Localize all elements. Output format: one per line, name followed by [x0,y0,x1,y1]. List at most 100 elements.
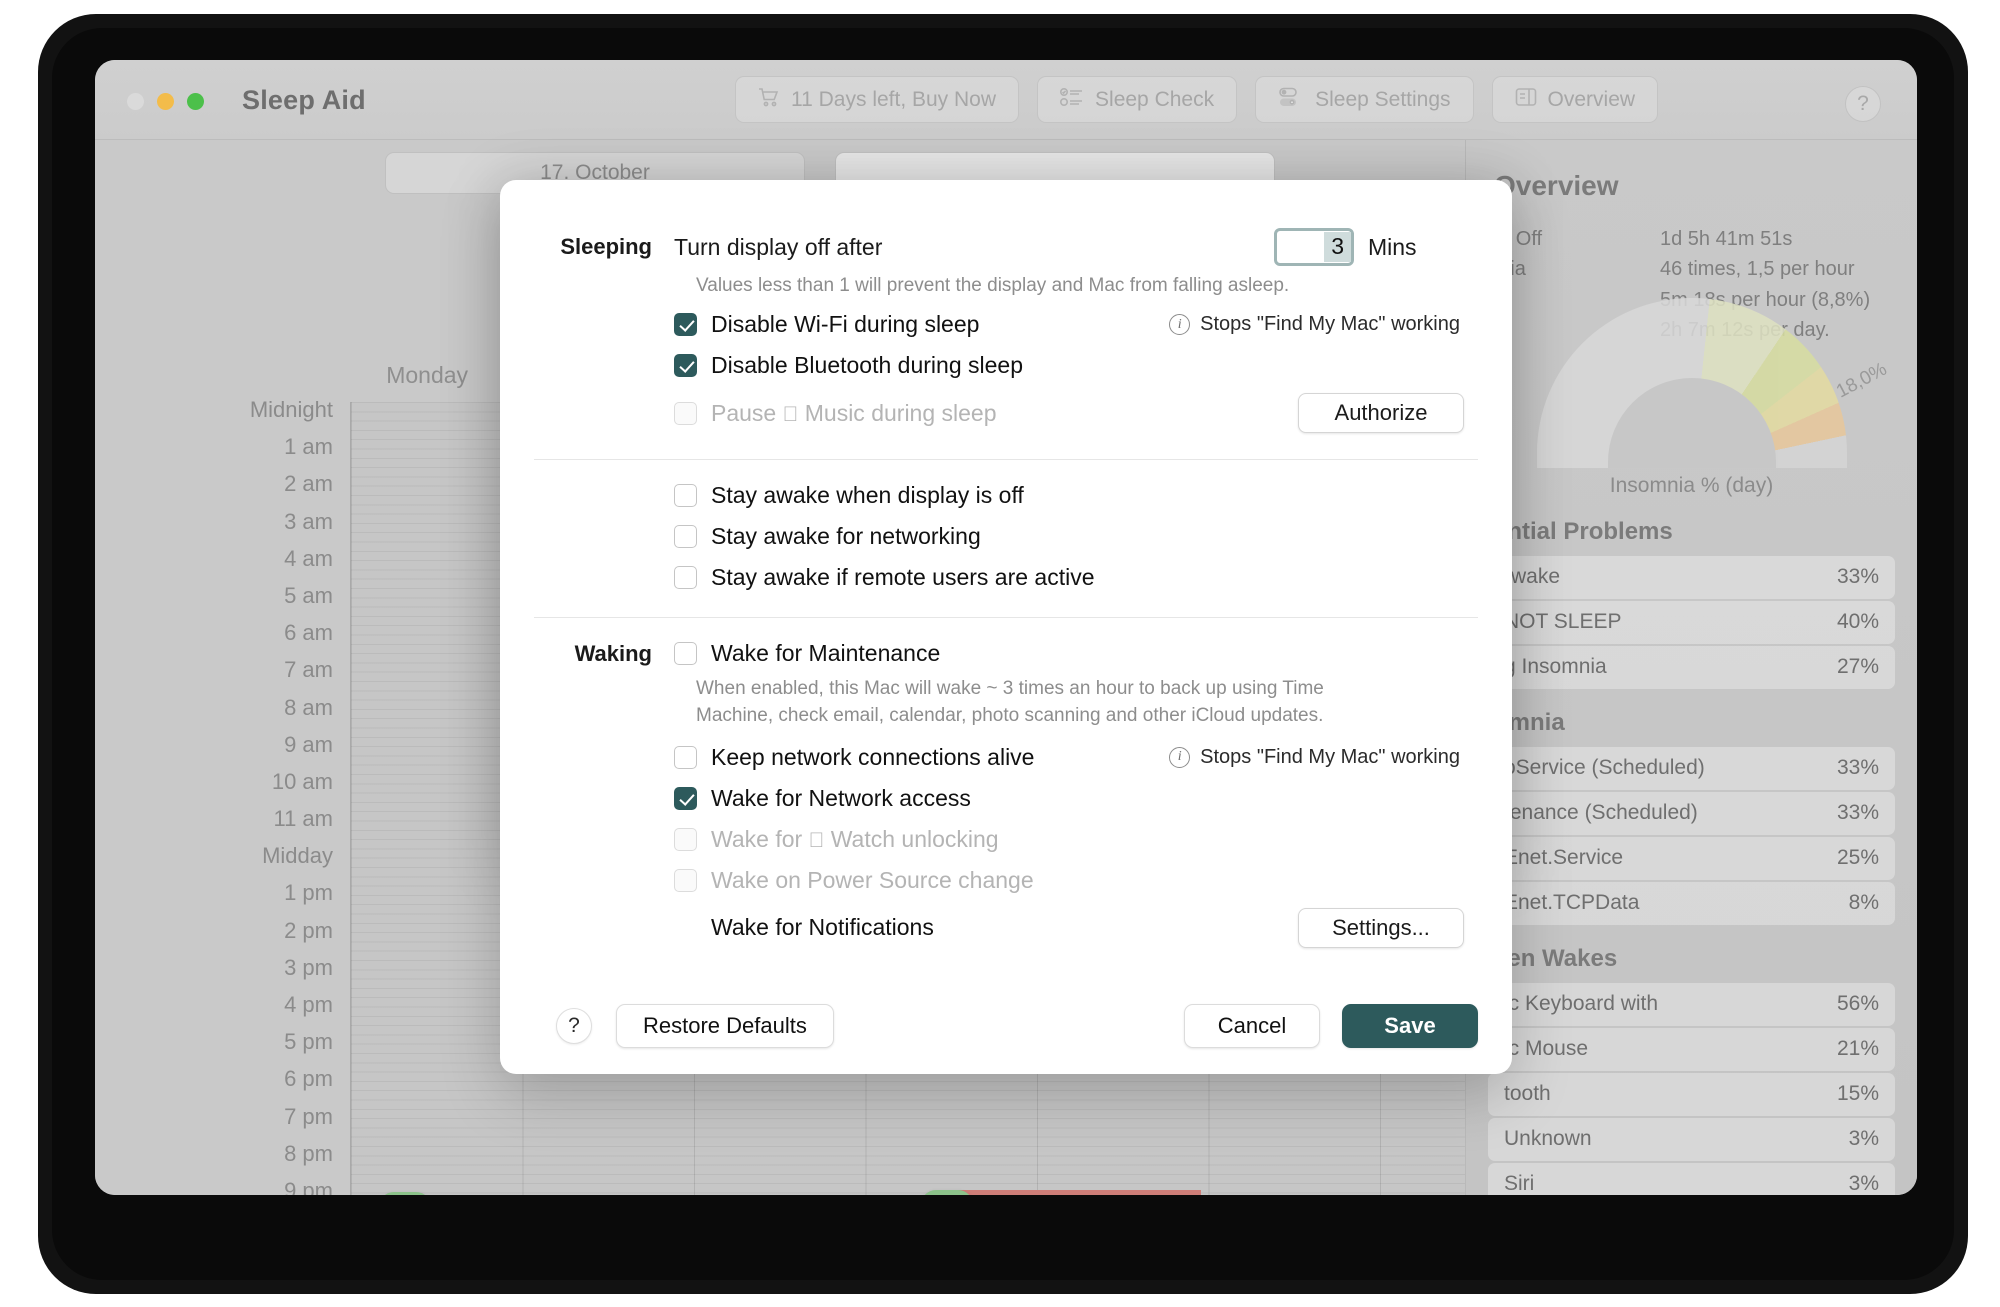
note-text: Stops "Find My Mac" working [1200,313,1460,336]
list-item[interactable]: ic Keyboard with 56% [1488,983,1895,1026]
checkbox-label-stay-awake-remote-users: Stay awake if remote users are active [711,564,1095,591]
hour-label: 8 am [195,693,345,730]
list-item-value: 3% [1849,1127,1879,1151]
checkbox-row-wake-watch: Wake for  Watch unlocking [534,826,1478,853]
checkbox-stay-awake-display-off[interactable] [674,484,697,507]
display-off-row: Sleeping Turn display off after 3 Mins [534,228,1478,266]
checkbox-row-pause-music: Pause  Music during sleep Authorize [534,393,1478,433]
dialog-body: Sleeping Turn display off after 3 Mins V… [500,228,1512,948]
toolbar-button-sleep-check[interactable]: Sleep Check [1037,76,1237,123]
list-item-value: 15% [1837,1082,1879,1106]
hour-label: 2 am [195,469,345,506]
list-item-label: Siri [1504,1172,1534,1195]
checkbox-stay-awake-remote-users[interactable] [674,566,697,589]
list-item-value: 56% [1837,992,1879,1016]
hour-label: 7 pm [195,1102,345,1139]
dialog-help-button[interactable]: ? [556,1008,592,1044]
list-item-value: 33% [1837,801,1879,825]
hour-label: 6 pm [195,1064,345,1101]
dialog-footer: ? Restore Defaults Cancel Save [500,978,1512,1074]
toolbar-label-overview: Overview [1548,88,1636,112]
minimize-button[interactable] [157,93,174,110]
overview-sidebar: Overview en Off nnia 1d 5h 41m 51s 46 ti… [1465,140,1917,1195]
note-disable-wifi: i Stops "Find My Mac" working [1169,313,1478,336]
authorize-button[interactable]: Authorize [1298,393,1464,433]
sidebar-section-heading: omnia [1494,709,1895,737]
checkbox-label-wake-for-network-access: Wake for Network access [711,785,971,812]
screenshot-root: Sleep Aid 11 Days left, Buy Now [0,0,2000,1307]
checkbox-keep-network-connections-alive[interactable] [674,746,697,769]
hour-axis: Midnight 1 am 2 am 3 am 4 am 5 am 6 am 7… [195,395,345,1195]
checkbox-row-wake-power-source: Wake on Power Source change [534,867,1478,894]
checkbox-label-stay-awake-display-off: Stay awake when display is off [711,482,1024,509]
wake-marker-icon[interactable] [379,1192,431,1195]
divider [534,617,1478,618]
checkbox-label-wake-for-maintenance: Wake for Maintenance [711,640,940,667]
hour-label: 2 pm [195,916,345,953]
list-item[interactable]: oService (Scheduled) 33% [1488,747,1895,790]
close-button[interactable] [127,93,144,110]
list-item-value: 21% [1837,1037,1879,1061]
apple-logo-icon:  [783,403,799,426]
insomnia-gauge: 18,0% [1488,360,1895,480]
list-item[interactable]: tooth 15% [1488,1073,1895,1116]
toolbar-label-buy-now: 11 Days left, Buy Now [791,88,996,112]
checkbox-disable-bluetooth[interactable] [674,354,697,377]
checkbox-label-wake-for-watch-unlocking: Wake for  Watch unlocking [711,826,999,853]
toggles-icon [1278,87,1304,113]
hour-label: 1 am [195,432,345,469]
info-icon: i [1169,747,1190,768]
list-item[interactable]: ic Mouse 21% [1488,1028,1895,1071]
list-item[interactable]: -wake 33% [1488,556,1895,599]
display-off-value: 3 [1324,232,1351,262]
checkbox-label-wake-on-power-source-change: Wake on Power Source change [711,867,1034,894]
cart-icon [758,87,780,113]
checkbox-stay-awake-networking[interactable] [674,525,697,548]
list-item-label: Unknown [1504,1127,1592,1151]
list-item-value: 27% [1837,655,1879,679]
hour-label: 9 am [195,730,345,767]
checklist-icon [1060,87,1084,113]
titlebar-help-button[interactable]: ? [1845,86,1881,122]
toolbar-button-buy-now[interactable]: 11 Days left, Buy Now [735,76,1019,123]
list-item[interactable]: NOT SLEEP 40% [1488,601,1895,644]
notifications-settings-button[interactable]: Settings... [1298,908,1464,948]
checkbox-wake-on-power-source-change [674,869,697,892]
checkbox-row-stay-awake-display: Stay awake when display is off [534,482,1478,509]
checkbox-row-stay-awake-networking: Stay awake for networking [534,523,1478,550]
list-item[interactable]: Siri 3% [1488,1163,1895,1195]
sidebar-stat-value: 1d 5h 41m 51s [1660,224,1870,254]
toolbar: 11 Days left, Buy Now Sleep Check [735,76,1658,123]
list-item[interactable]: g Insomnia 27% [1488,646,1895,689]
checkbox-row-wake-maintenance: Waking Wake for Maintenance [534,640,1478,667]
restore-defaults-button[interactable]: Restore Defaults [616,1004,834,1048]
save-button[interactable]: Save [1342,1004,1478,1048]
display-off-input[interactable]: 3 [1274,228,1354,266]
checkbox-wake-for-network-access[interactable] [674,787,697,810]
note-keep-network: i Stops "Find My Mac" working [1169,746,1478,769]
cancel-button[interactable]: Cancel [1184,1004,1320,1048]
hour-label: 9 pm [195,1176,345,1195]
checkbox-wake-for-maintenance[interactable] [674,642,697,665]
list-item-label: ic Mouse [1504,1037,1588,1061]
toolbar-button-sleep-settings[interactable]: Sleep Settings [1255,76,1473,123]
toolbar-button-overview[interactable]: Overview [1492,76,1659,123]
list-item-label: Enet.Service [1504,846,1623,870]
hour-label: 3 am [195,507,345,544]
info-icon: i [1169,314,1190,335]
checkbox-row-wake-network-access: Wake for Network access [534,785,1478,812]
list-item[interactable]: Unknown 3% [1488,1118,1895,1161]
zoom-button[interactable] [187,93,204,110]
wake-for-notifications-label: Wake for Notifications [711,914,934,941]
checkbox-disable-wifi[interactable] [674,313,697,336]
checkbox-wake-for-watch-unlocking [674,828,697,851]
list-item[interactable]: Enet.TCPData 8% [1488,882,1895,925]
hour-label: Midnight [195,395,345,432]
sidebar-stat-value: 46 times, 1,5 per hour [1660,254,1870,284]
list-item[interactable]: tenance (Scheduled) 33% [1488,792,1895,835]
hour-label: 4 pm [195,990,345,1027]
section-label-sleeping: Sleeping [534,234,674,260]
app-title: Sleep Aid [242,85,366,116]
list-item[interactable]: Enet.Service 25% [1488,837,1895,880]
hour-label: 8 pm [195,1139,345,1176]
